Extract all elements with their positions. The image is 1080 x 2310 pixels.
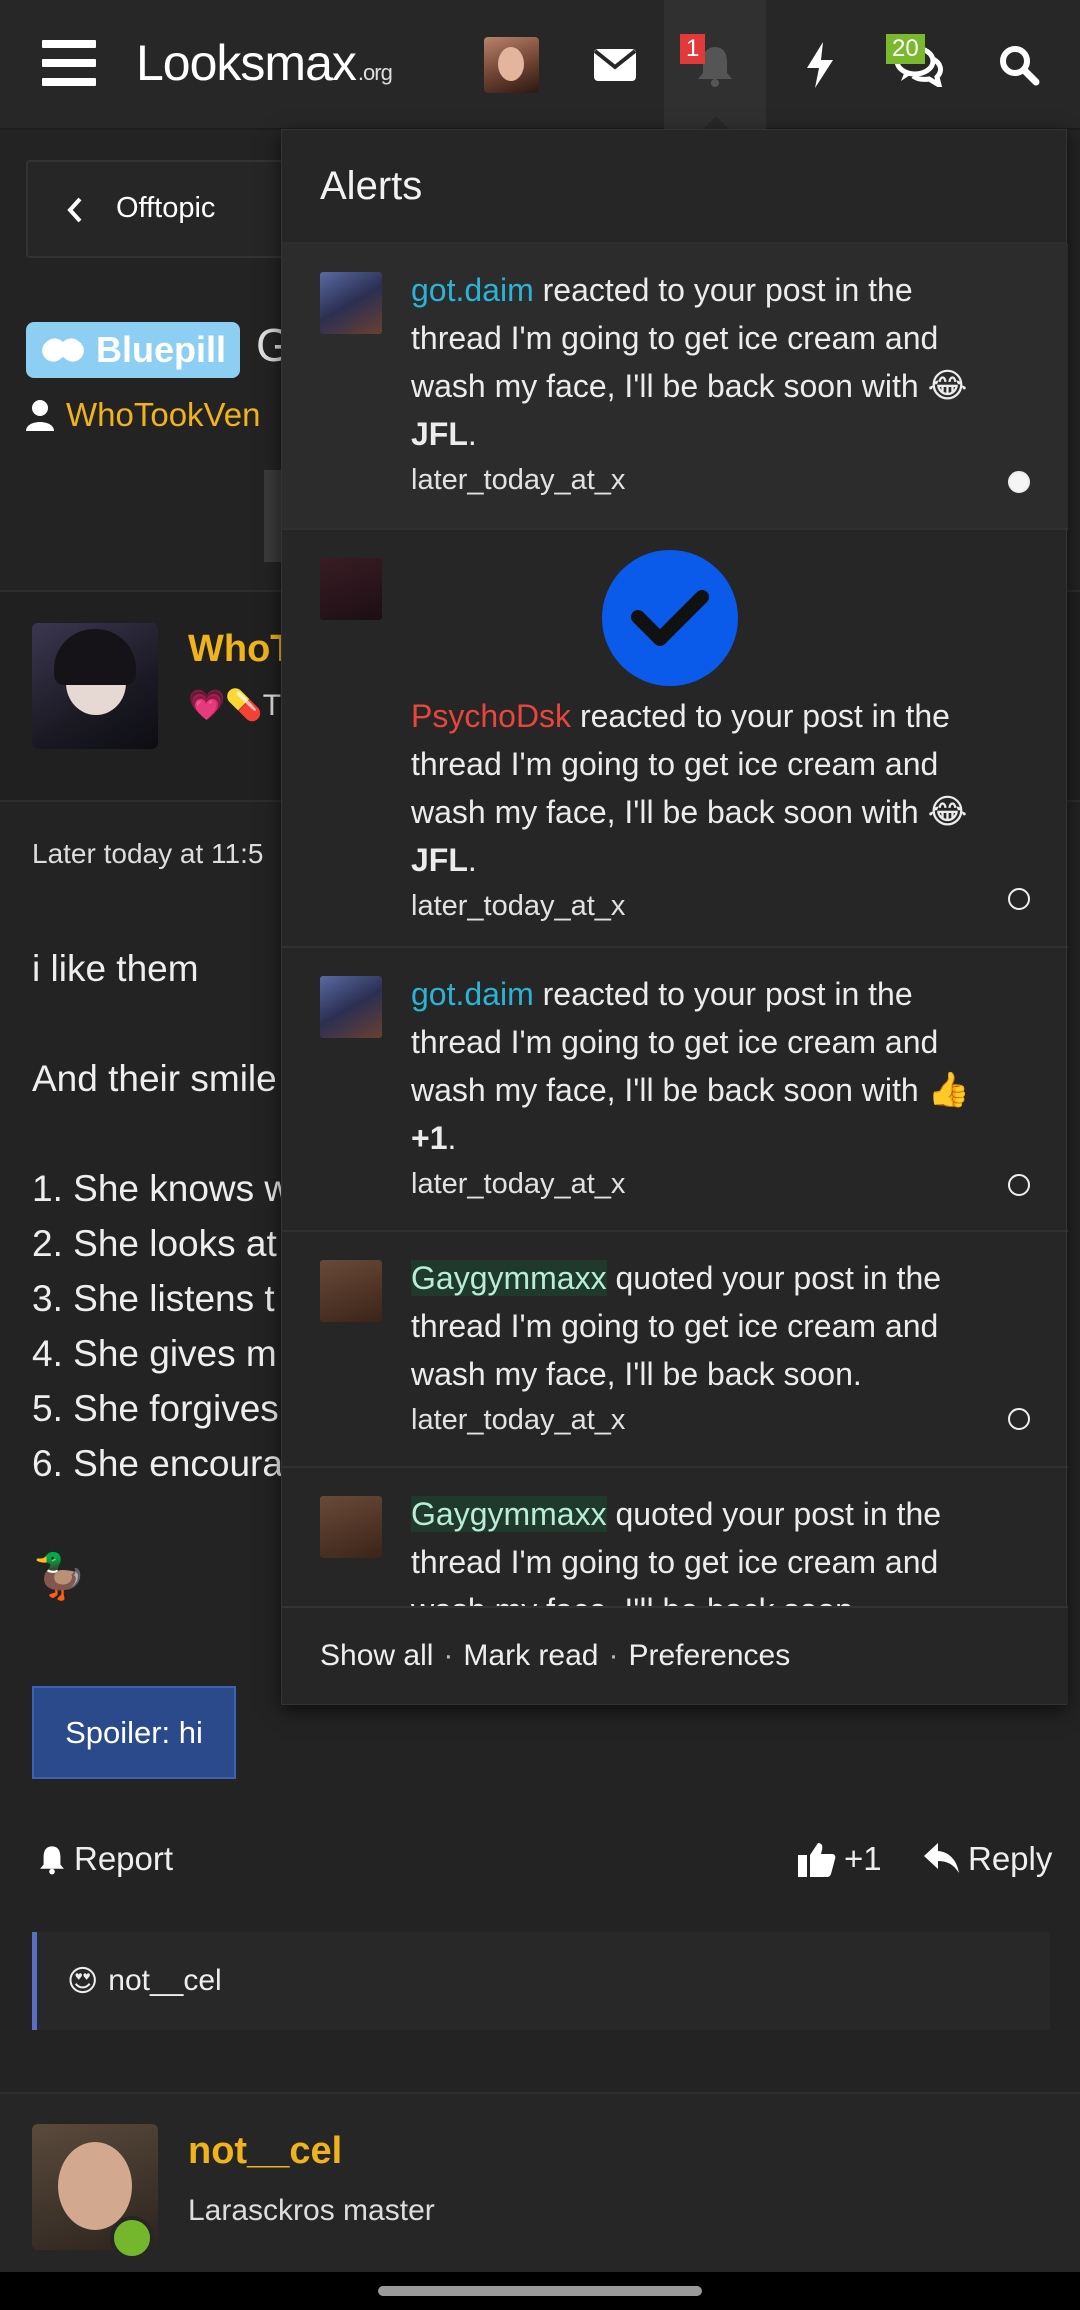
search-icon[interactable] [984,28,1054,102]
alert-avatar[interactable] [320,272,382,334]
post-body-line: And their smile [32,1058,277,1099]
next-post [0,2092,1080,2272]
alert-username[interactable]: Gaygymmaxx [411,1496,607,1532]
usertitle-emoji: 💗💊 [188,689,263,722]
mark-read-toggle[interactable] [1008,888,1030,910]
show-all-link[interactable]: Show all [320,1639,433,1673]
heart-eyes-emoji: 😍 [67,1964,99,1998]
mark-read-toggle[interactable] [1008,471,1030,493]
report-label: Report [74,1840,174,1877]
thread-author-name: WhoTookVen [66,396,261,433]
conversations-count-badge: 20 [886,34,925,64]
site-logo[interactable]: Looksmax.org [136,34,393,92]
alerts-footer: Show all · Mark read · Preferences [282,1606,1068,1704]
post-body-line: 2. She looks at [32,1223,277,1264]
next-post-author-title: Larasckros master [188,2194,435,2227]
inbox-icon[interactable] [580,28,650,102]
breadcrumb-label: Offtopic [116,192,216,224]
post-date[interactable]: Later today at 11:5 [32,838,263,870]
menu-icon[interactable] [42,40,96,86]
mark-read-link[interactable]: Mark read [463,1639,598,1673]
thread-prefix-label: Bluepill [96,329,227,370]
pills-icon [42,338,84,362]
joy-emoji: 😂 [927,367,968,405]
reply-label: Reply [968,1840,1053,1877]
alert-item[interactable]: Gaygymmaxx quoted your post in the threa… [282,1468,1068,1608]
alert-item[interactable]: Gaygymmaxx quoted your post in the threa… [282,1232,1068,1468]
alert-time: later_today_at_x [411,1168,626,1200]
separator: · [443,1639,454,1672]
alert-reaction: +1 [411,1120,448,1156]
check-circle-icon [602,550,738,686]
post-body-line: i like them [32,948,199,989]
alert-item[interactable]: got.daim reacted to your post in the thr… [282,244,1068,530]
report-button[interactable]: Report [38,1840,173,1878]
mark-read-toggle[interactable] [1008,1174,1030,1196]
next-post-author-name[interactable]: not__cel [188,2130,342,2173]
alert-reaction: JFL [411,842,468,878]
mark-read-toggle[interactable] [1008,1408,1030,1430]
alert-item[interactable]: got.daim reacted to your post in the thr… [282,948,1068,1232]
alert-time: later_today_at_x [411,1404,626,1436]
post-author-name[interactable]: WhoT [188,628,294,671]
plus-one-label: +1 [844,1840,882,1877]
logo-suffix: .org [357,60,393,85]
online-status-indicator [110,2216,154,2260]
alert-avatar[interactable] [320,1260,382,1322]
alert-username[interactable]: Gaygymmaxx [411,1260,607,1296]
alert-punctuation: . [467,416,477,452]
plus-one-button[interactable]: +1 [798,1840,882,1878]
post-body-line: 6. She encoura [32,1443,283,1484]
alert-username[interactable]: PsychoDsk [411,698,571,734]
reply-icon [924,1843,959,1873]
post-body-line: 3. She listens t [32,1278,275,1319]
thread-prefix-badge[interactable]: Bluepill [26,322,241,378]
alerts-count-badge: 1 [680,34,706,64]
alert-username[interactable]: got.daim [411,976,534,1012]
reaction-user: not__cel [108,1964,222,1997]
alert-time: later_today_at_x [411,890,626,922]
alert-username[interactable]: got.daim [411,272,534,308]
spoiler-button[interactable]: Spoiler: hi [32,1686,236,1779]
alert-punctuation: . [447,1120,457,1156]
account-avatar[interactable] [484,37,539,93]
alert-time: later_today_at_x [411,464,626,496]
post-body-line: 5. She forgives [32,1388,279,1429]
home-indicator[interactable] [378,2286,702,2296]
alerts-title: Alerts [282,130,1066,244]
alerts-dropdown: Alerts got.daim reacted to your post in … [281,129,1068,1705]
chevron-left-icon [67,197,82,223]
post-author-title: 💗💊T [188,688,281,723]
alert-avatar[interactable] [320,558,382,620]
alerts-list[interactable]: got.daim reacted to your post in the thr… [282,244,1068,1608]
alert-reaction: JFL [411,416,468,452]
alert-avatar[interactable] [320,976,382,1038]
reply-button[interactable]: Reply [924,1840,1052,1878]
logo-text: Looksmax [136,35,357,91]
post-author-avatar[interactable] [32,623,158,749]
top-navbar: Looksmax.org 1 20 [0,0,1080,130]
usertitle-text: T [262,689,282,722]
dropdown-caret [702,116,730,130]
duck-emoji: 🦆 [32,1552,87,1601]
alert-punctuation: . [467,842,477,878]
lightning-icon[interactable] [785,28,855,102]
post-body-line: 4. She gives m [32,1333,277,1374]
preferences-link[interactable]: Preferences [628,1639,790,1673]
thumbs-up-emoji: 👍 [927,1071,970,1109]
user-icon [26,400,54,431]
thread-author[interactable]: WhoTookVen [26,396,260,434]
alert-avatar[interactable] [320,1496,382,1558]
bell-icon [40,1846,64,1875]
thumbs-up-icon [798,1843,836,1877]
reactions-summary[interactable]: 😍 not__cel [32,1932,1050,2030]
post-body-line: 1. She knows w [32,1168,292,1209]
separator: · [608,1639,619,1672]
joy-emoji: 😂 [927,793,968,831]
